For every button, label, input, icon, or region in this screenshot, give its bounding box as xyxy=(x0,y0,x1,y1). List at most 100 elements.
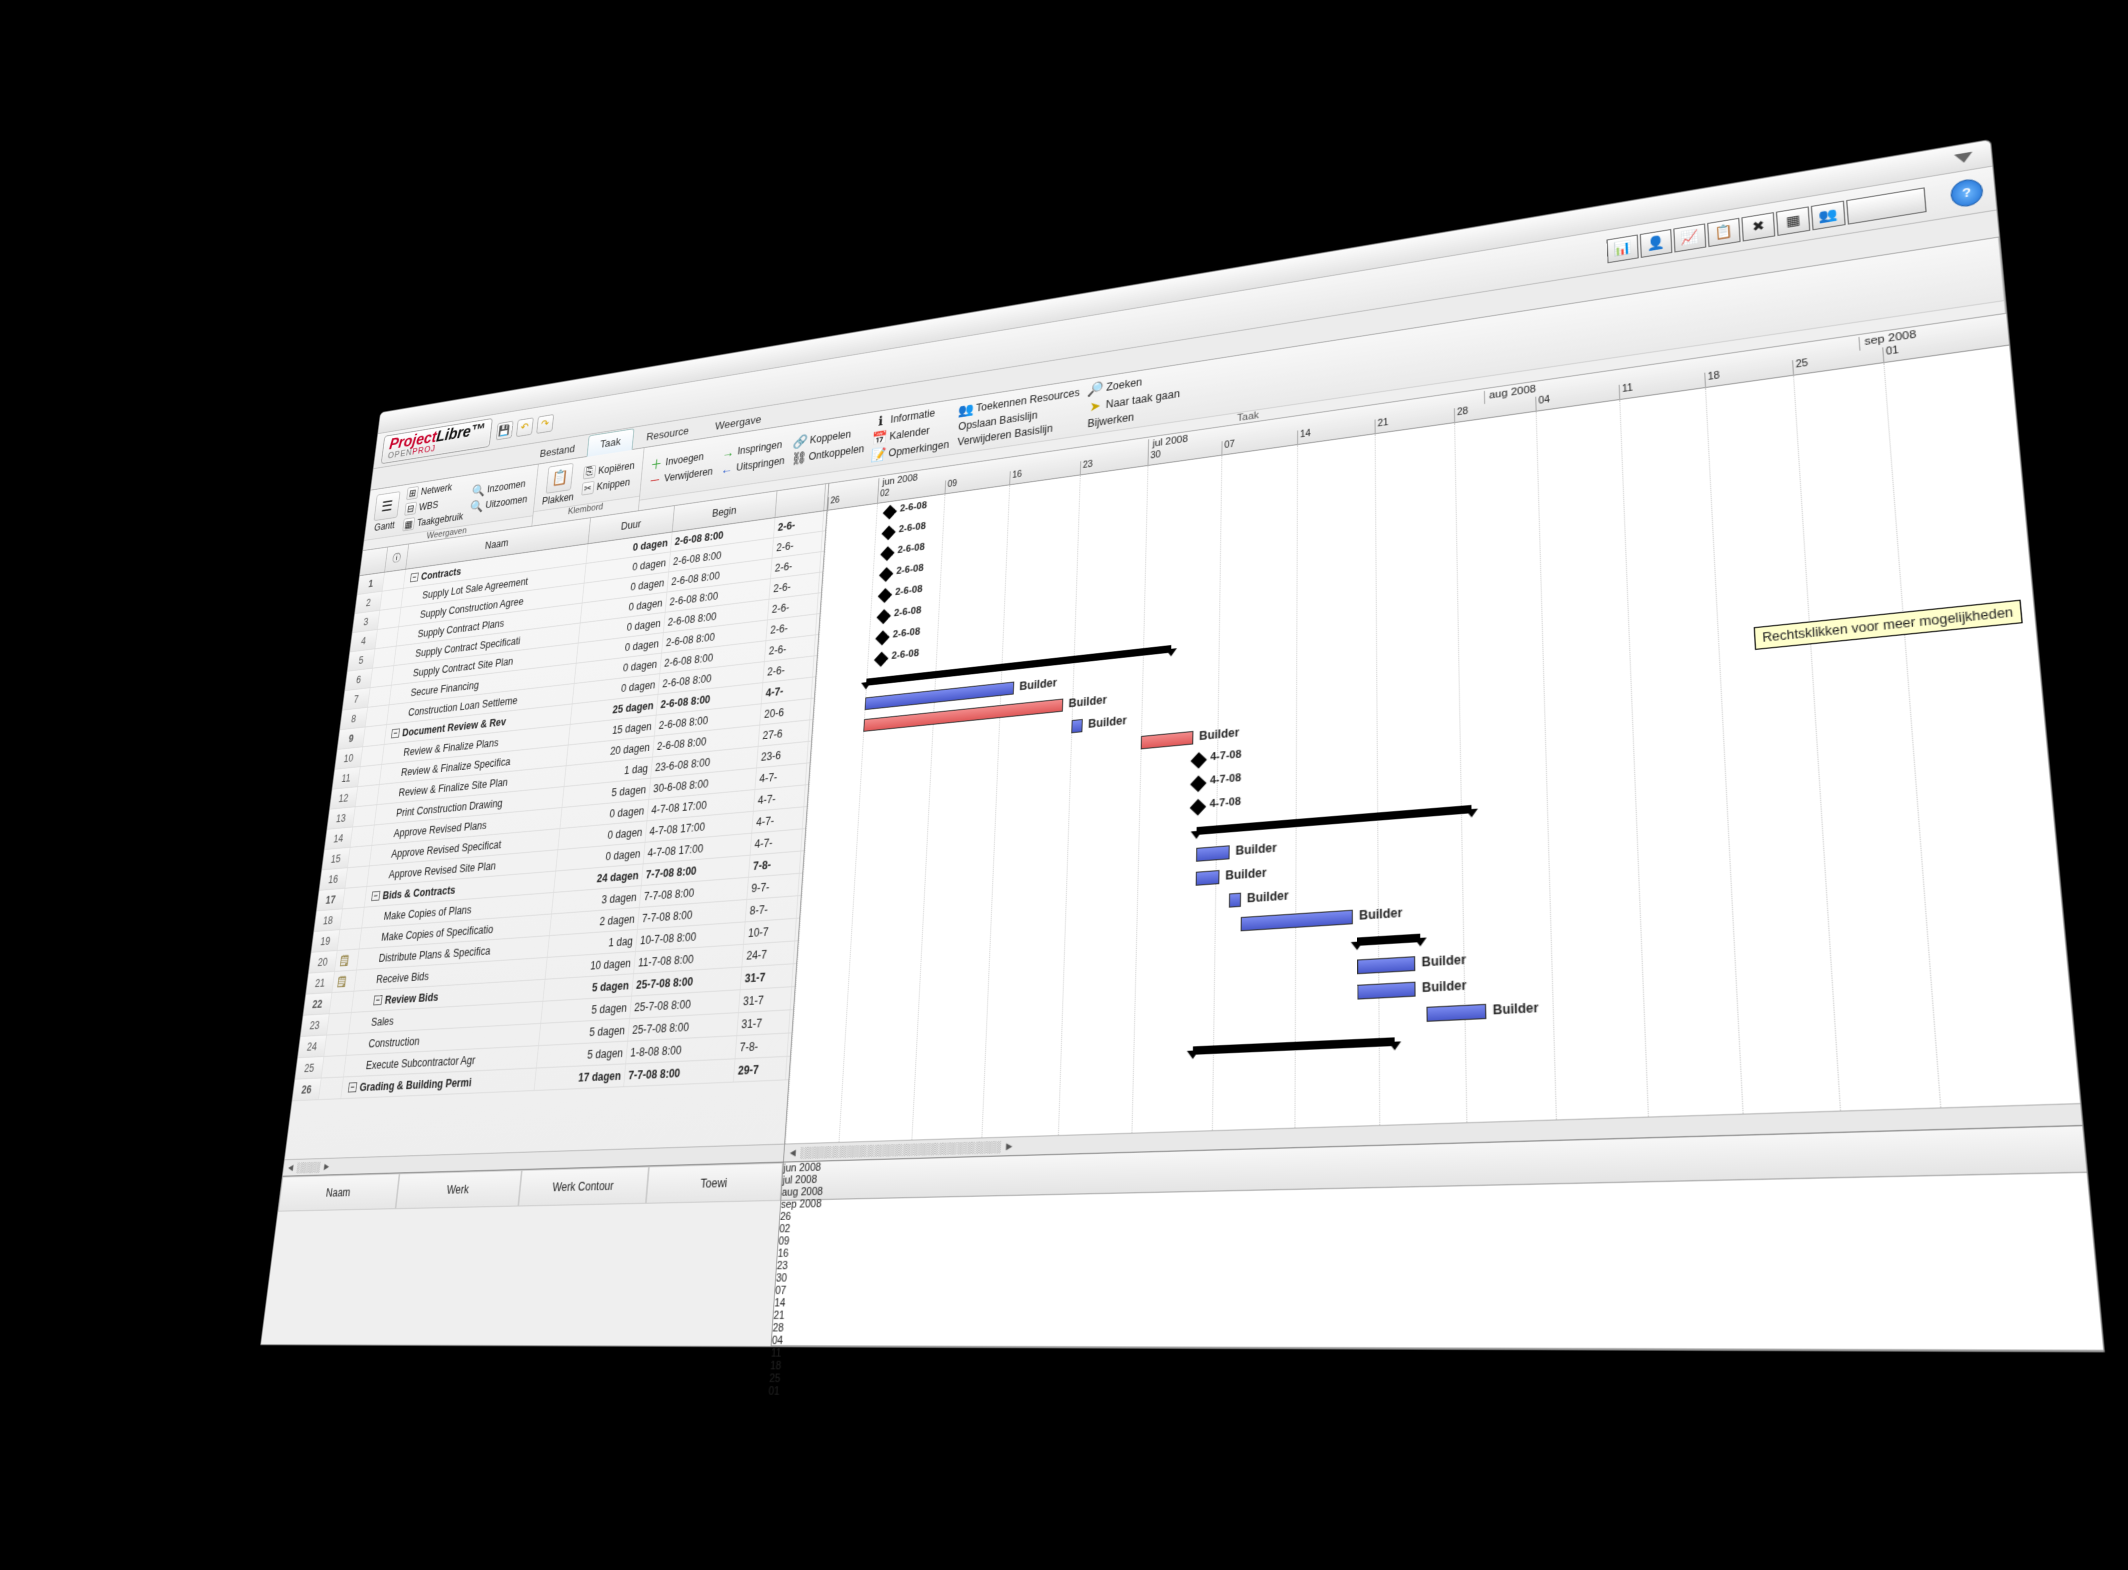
row-number[interactable]: 6 xyxy=(345,669,373,691)
bcol-naam[interactable]: Naam xyxy=(278,1173,399,1211)
row-number[interactable]: 13 xyxy=(327,807,355,829)
row-number[interactable]: 25 xyxy=(295,1057,324,1079)
collapse-icon[interactable]: − xyxy=(391,728,400,738)
row-number[interactable]: 12 xyxy=(330,787,358,809)
duration-cell[interactable]: 17 dagen xyxy=(535,1064,626,1090)
collapse-icon[interactable]: − xyxy=(410,572,419,582)
row-number[interactable]: 18 xyxy=(314,909,343,931)
row-number[interactable]: 23 xyxy=(301,1014,330,1036)
end-cell[interactable]: 9-7- xyxy=(747,874,799,899)
task-bar[interactable] xyxy=(1229,893,1241,908)
task-bar[interactable] xyxy=(1241,910,1353,932)
help-icon[interactable]: ? xyxy=(1950,177,1985,209)
undo-icon[interactable]: ↶ xyxy=(516,417,534,437)
row-number[interactable]: 16 xyxy=(319,868,347,890)
milestone-icon[interactable] xyxy=(874,652,888,667)
milestone-label: 2-6-08 xyxy=(899,521,927,535)
collapse-icon[interactable]: − xyxy=(373,995,382,1005)
plakken-button[interactable]: 📋Plakken xyxy=(542,462,578,507)
task-bar-label: Builder xyxy=(1359,905,1402,922)
end-cell[interactable]: 10-7 xyxy=(744,919,797,944)
row-number[interactable]: 10 xyxy=(335,747,363,769)
row-number[interactable]: 19 xyxy=(311,930,340,952)
task-bar-label: Builder xyxy=(1088,714,1127,731)
bottom-right: jun 2008jul 2008aug 2008sep 200826020916… xyxy=(772,1126,2104,1351)
chart-icon[interactable]: 📊 xyxy=(1607,234,1639,263)
row-number[interactable]: 21 xyxy=(306,972,335,994)
end-cell[interactable]: 29-7 xyxy=(734,1057,788,1082)
row-number[interactable]: 17 xyxy=(317,889,345,911)
redo-icon[interactable]: ↷ xyxy=(536,414,554,434)
duration-cell[interactable]: 5 dagen xyxy=(537,1042,628,1068)
row-number[interactable]: 24 xyxy=(298,1035,327,1057)
task-bar-label: Builder xyxy=(1068,693,1107,710)
collapse-icon[interactable]: − xyxy=(348,1082,357,1092)
milestone-icon[interactable] xyxy=(876,609,890,624)
task-bar[interactable] xyxy=(1196,845,1230,861)
milestone-icon[interactable] xyxy=(1190,799,1207,816)
row-number[interactable]: 14 xyxy=(325,827,353,849)
row-info-cell xyxy=(358,765,382,786)
bcol-werk[interactable]: Werk xyxy=(395,1170,521,1209)
task-bar[interactable] xyxy=(1071,719,1083,733)
row-info-cell xyxy=(356,785,380,806)
save-icon[interactable]: 💾 xyxy=(496,420,514,440)
task-bar[interactable] xyxy=(1141,731,1194,749)
end-cell[interactable]: 7-8- xyxy=(749,851,801,876)
end-cell[interactable]: 4-7- xyxy=(751,829,803,854)
milestone-icon[interactable] xyxy=(879,567,893,582)
row-number[interactable]: 20 xyxy=(309,951,338,973)
end-cell[interactable]: 31-7 xyxy=(739,987,792,1012)
task-bar[interactable] xyxy=(1196,870,1220,886)
window-dropdown-icon[interactable] xyxy=(1954,151,1973,163)
row-info-cell xyxy=(327,1013,352,1035)
end-cell[interactable]: 31-7 xyxy=(741,964,794,989)
milestone-icon[interactable] xyxy=(878,588,892,603)
delete-view-icon[interactable]: ✖ xyxy=(1741,212,1775,241)
row-number[interactable]: 8 xyxy=(340,708,368,730)
row-number[interactable]: 5 xyxy=(348,649,376,671)
blank-box[interactable] xyxy=(1846,187,1927,224)
row-info-cell xyxy=(370,666,394,687)
table-icon[interactable]: ▦ xyxy=(1776,206,1810,236)
end-cell[interactable]: 24-7 xyxy=(742,941,795,966)
row-info-cell: 🗒 xyxy=(332,970,357,992)
milestone-icon[interactable] xyxy=(883,505,897,520)
milestone-icon[interactable] xyxy=(881,526,895,541)
row-number[interactable]: 11 xyxy=(332,767,360,789)
begin-cell[interactable]: 7-7-08 8:00 xyxy=(624,1059,735,1086)
end-cell[interactable]: 8-7- xyxy=(746,896,799,921)
col-header-rownum[interactable] xyxy=(360,547,388,575)
row-info-cell xyxy=(375,627,399,648)
person-icon[interactable]: 👥 xyxy=(1811,200,1846,230)
row-number[interactable]: 9 xyxy=(338,727,366,749)
bcol-toewi[interactable]: Toewi xyxy=(646,1163,783,1204)
task-bar[interactable] xyxy=(1357,956,1415,974)
task-grid-body[interactable]: 1−Contracts0 dagen2-6-08 8:002-6-2Supply… xyxy=(285,511,827,1159)
resource-icon[interactable]: 👤 xyxy=(1640,229,1673,258)
list-icon[interactable]: 📋 xyxy=(1707,217,1740,246)
milestone-icon[interactable] xyxy=(880,546,894,561)
end-cell[interactable]: 31-7 xyxy=(737,1010,790,1035)
row-number[interactable]: 15 xyxy=(322,848,350,870)
task-bar[interactable] xyxy=(1357,982,1415,1000)
milestone-label: 4-7-08 xyxy=(1210,796,1241,810)
task-bar-label: Builder xyxy=(1225,866,1266,883)
row-number[interactable]: 22 xyxy=(303,993,332,1015)
gantt-button[interactable]: ☰Gantt xyxy=(372,491,400,533)
task-bar[interactable] xyxy=(1426,1004,1486,1022)
row-number[interactable]: 26 xyxy=(292,1078,321,1100)
milestone-icon[interactable] xyxy=(1191,752,1207,768)
milestone-label: 2-6-08 xyxy=(891,648,919,662)
milestone-icon[interactable] xyxy=(875,630,889,645)
bcol-contour[interactable]: Werk Contour xyxy=(518,1166,649,1206)
milestone-icon[interactable] xyxy=(1190,775,1206,792)
end-cell[interactable]: 7-8- xyxy=(736,1034,789,1059)
summary-bar[interactable] xyxy=(1357,934,1420,946)
graph-icon[interactable]: 📈 xyxy=(1673,223,1706,252)
summary-bar[interactable] xyxy=(1193,1037,1395,1054)
row-number[interactable]: 7 xyxy=(343,688,371,710)
milestone-label: 2-6-08 xyxy=(900,500,927,514)
collapse-icon[interactable]: − xyxy=(371,891,380,901)
bottom-left: Naam Werk Werk Contour Toewi xyxy=(261,1163,784,1347)
